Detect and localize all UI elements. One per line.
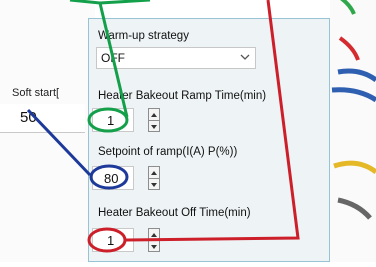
green-callout-line [69,0,129,118]
highlight-circle-setpoint [89,164,129,190]
annotation-overlay [26,0,300,253]
blue-callout-line [26,108,92,177]
highlight-circle-ramp-time [87,107,129,133]
highlight-circle-off-time [87,227,127,253]
red-callout-line [124,0,300,242]
green-callout-line-2 [99,0,151,5]
